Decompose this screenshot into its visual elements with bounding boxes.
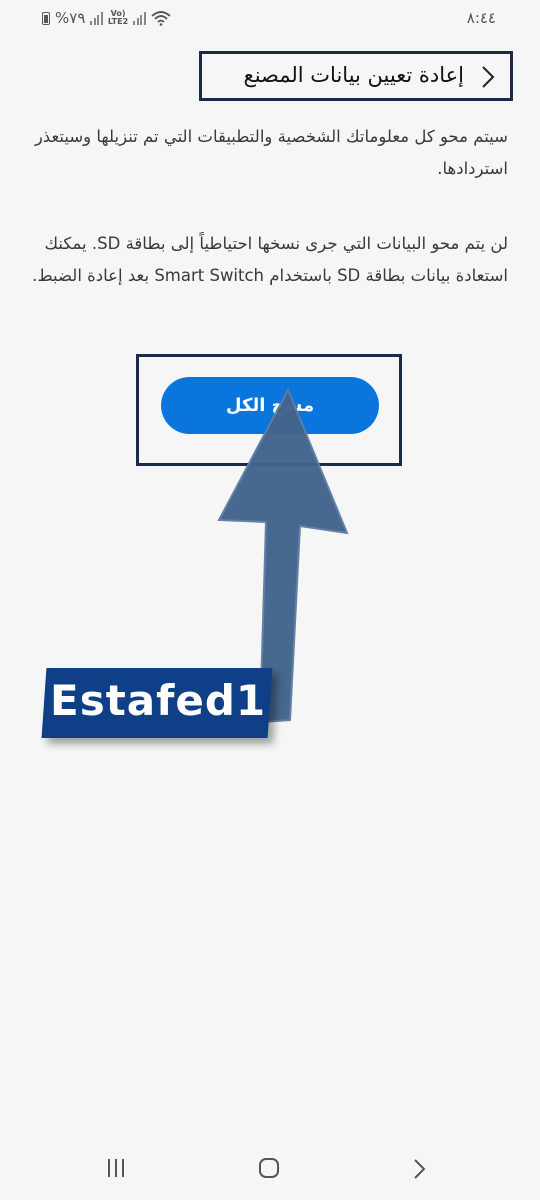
back-icon[interactable]: [410, 1157, 430, 1181]
signal-icon: [90, 11, 103, 25]
watermark-logo: Estafed1: [41, 668, 273, 740]
battery-percentage: %٧٩: [55, 9, 86, 27]
home-icon[interactable]: [259, 1158, 279, 1178]
back-button[interactable]: [476, 64, 500, 90]
erase-all-button[interactable]: مسح الكل: [161, 377, 379, 434]
header-highlight-box: إعادة تعيين بيانات المصنع: [199, 51, 513, 101]
sd-card-info-text: لن يتم محو البيانات التي جرى نسخها احتيا…: [32, 234, 508, 285]
wifi-icon: [151, 11, 171, 26]
page-title: إعادة تعيين بيانات المصنع: [243, 63, 464, 87]
signal-icon-2: [133, 11, 146, 25]
warning-text: سيتم محو كل معلوماتك الشخصية والتطبيقات …: [34, 127, 508, 178]
recents-icon[interactable]: [108, 1159, 124, 1177]
battery-icon: [42, 11, 50, 25]
status-indicators: %٧٩ Vo) LTE2: [42, 9, 171, 27]
lte-icon: Vo) LTE2: [107, 9, 129, 26]
navigation-bar: [0, 1140, 540, 1200]
status-bar: %٧٩ Vo) LTE2 ٨:٤٤: [0, 0, 540, 38]
status-time: ٨:٤٤: [466, 9, 496, 27]
chevron-icon: [482, 66, 495, 88]
watermark-text: Estafed1: [50, 676, 267, 725]
